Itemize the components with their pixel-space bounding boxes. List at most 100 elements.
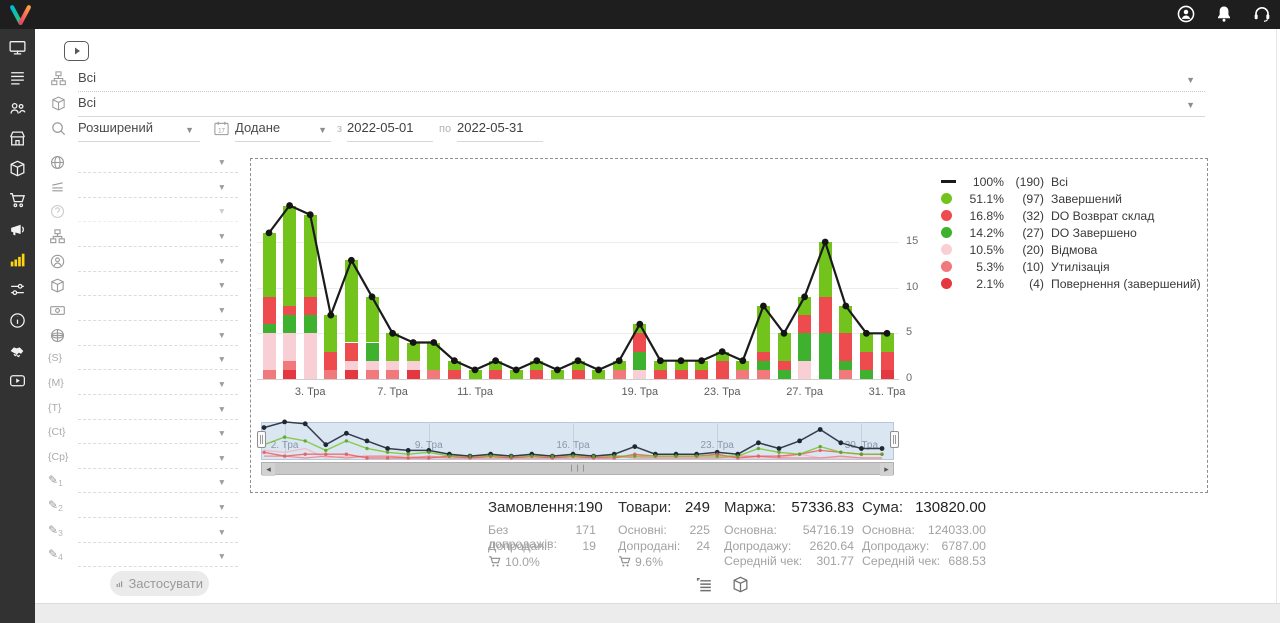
bar-segment-vozvrat[interactable] [675, 370, 688, 379]
sidebar-item-info[interactable] [8, 311, 27, 330]
legend-item[interactable]: 100%(190)Всі [941, 173, 1203, 190]
bar-segment-do_zaversheno[interactable] [263, 324, 276, 333]
support-headset-icon[interactable] [1252, 4, 1272, 24]
bar-segment-utylizatsiya[interactable] [839, 370, 852, 379]
bar-segment-do_zaversheno[interactable] [860, 370, 873, 379]
bar-segment-vozvrat[interactable] [263, 297, 276, 324]
bar-segment-vidmova[interactable] [633, 370, 646, 379]
bar-segment-zavershenyi[interactable] [530, 361, 543, 370]
bar-segment-zavershenyi[interactable] [778, 333, 791, 360]
bar-segment-zavershenyi[interactable] [407, 343, 420, 361]
user-icon[interactable] [1176, 4, 1196, 24]
bar-segment-vozvrat[interactable] [324, 352, 337, 370]
filter-row-select[interactable]: ▼ [78, 496, 238, 518]
bar-segment-zavershenyi[interactable] [489, 361, 502, 370]
bar-segment-zavershenyi[interactable] [510, 370, 523, 379]
bar-segment-vozvrat[interactable] [654, 370, 667, 379]
bar-segment-zavershenyi[interactable] [819, 242, 832, 297]
bar-segment-zavershenyi[interactable] [654, 361, 667, 370]
bar-segment-vozvrat[interactable] [304, 297, 317, 315]
bar-segment-utylizatsiya[interactable] [324, 370, 337, 379]
bar-segment-utylizatsiya[interactable] [757, 370, 770, 379]
bar-segment-vozvrat[interactable] [819, 297, 832, 334]
bar-segment-vozvrat[interactable] [572, 370, 585, 379]
product-filter-select[interactable]: Всі ▼ [78, 94, 1205, 117]
bar-segment-zavershenyi[interactable] [469, 370, 482, 379]
sidebar-item-cart[interactable] [8, 190, 27, 209]
bar-segment-utylizatsiya[interactable] [427, 370, 440, 379]
bar-segment-zavershenyi[interactable] [427, 343, 440, 370]
chart-scrollbar[interactable]: ◂▸❘❘❘ [261, 462, 894, 475]
bar-segment-zavershenyi[interactable] [675, 361, 688, 370]
bar-segment-do_zaversheno[interactable] [283, 315, 296, 333]
bar-segment-vozvrat[interactable] [345, 343, 358, 361]
bar-segment-vidmova[interactable] [366, 361, 379, 370]
bar-segment-zavershenyi[interactable] [324, 315, 337, 352]
bar-segment-vidmova[interactable] [407, 361, 420, 370]
bar-segment-vozvrat[interactable] [489, 370, 502, 379]
bar-segment-zavershenyi[interactable] [757, 306, 770, 352]
date-to-input[interactable]: 2022-05-31 [457, 119, 543, 142]
legend-item[interactable]: 2.1%(4)Повернення (завершений) [941, 275, 1203, 292]
bar-segment-vozvrat[interactable] [881, 352, 894, 370]
bar-segment-zavershenyi[interactable] [860, 333, 873, 351]
bar-segment-vidmova[interactable] [798, 361, 811, 379]
bar-segment-do_zaversheno[interactable] [778, 370, 791, 379]
bar-segment-vidmova[interactable] [304, 333, 317, 379]
sidebar-item-sliders[interactable] [8, 280, 27, 299]
bar-segment-zavershenyi[interactable] [572, 361, 585, 370]
bar-segment-zavershenyi[interactable] [386, 333, 399, 360]
bar-segment-zavershenyi[interactable] [366, 297, 379, 343]
bar-segment-vozvrat[interactable] [798, 315, 811, 333]
bar-segment-do_zaversheno[interactable] [798, 333, 811, 360]
bar-segment-zavershenyi[interactable] [798, 297, 811, 315]
legend-item[interactable]: 14.2%(27)DO Завершено [941, 224, 1203, 241]
sidebar-item-monitor[interactable] [8, 38, 27, 57]
bar-segment-utylizatsiya[interactable] [386, 370, 399, 379]
filter-row-select[interactable]: ▼ [78, 447, 238, 469]
bar-segment-vozvrat[interactable] [778, 361, 791, 370]
bar-segment-zavershenyi[interactable] [839, 306, 852, 333]
filter-row-select[interactable]: ▼ [78, 200, 238, 222]
bar-segment-povernennya[interactable] [881, 370, 894, 379]
bar-segment-utylizatsiya[interactable] [283, 361, 296, 370]
sidebar-item-list[interactable] [8, 68, 27, 87]
filter-row-select[interactable]: ▼ [78, 225, 238, 247]
search-mode-select[interactable]: Розширений ▼ [78, 119, 200, 142]
bar-segment-zavershenyi[interactable] [613, 361, 626, 370]
sidebar-item-analytics[interactable] [8, 250, 27, 269]
products-box-view-icon[interactable] [731, 575, 750, 594]
legend-item[interactable]: 51.1%(97)Завершений [941, 190, 1203, 207]
bar-segment-vozvrat[interactable] [283, 306, 296, 315]
bar-segment-zavershenyi[interactable] [633, 324, 646, 333]
legend-item[interactable]: 16.8%(32)DO Возврат склад [941, 207, 1203, 224]
bar-segment-vozvrat[interactable] [716, 361, 729, 379]
bar-segment-povernennya[interactable] [407, 370, 420, 379]
filter-row-select[interactable]: ▼ [78, 398, 238, 420]
bar-segment-utylizatsiya[interactable] [736, 370, 749, 379]
bar-segment-utylizatsiya[interactable] [613, 370, 626, 379]
bar-segment-zavershenyi[interactable] [881, 333, 894, 351]
bar-segment-zavershenyi[interactable] [283, 206, 296, 306]
shop-filter-select[interactable]: Всі ▼ [78, 69, 1205, 92]
brush-handle-left[interactable] [257, 431, 266, 448]
legend-item[interactable]: 5.3%(10)Утилізація [941, 258, 1203, 275]
sidebar-item-people[interactable] [8, 99, 27, 118]
bar-segment-povernennya[interactable] [283, 370, 296, 379]
bar-segment-vozvrat[interactable] [860, 352, 873, 370]
bar-segment-vidmova[interactable] [386, 361, 399, 370]
bar-segment-utylizatsiya[interactable] [366, 370, 379, 379]
bar-segment-zavershenyi[interactable] [448, 361, 461, 370]
date-field-select[interactable]: Додане ▼ [235, 119, 331, 142]
apply-button[interactable]: Застосувати [110, 571, 209, 596]
bar-segment-zavershenyi[interactable] [736, 361, 749, 370]
legend-item[interactable]: 10.5%(20)Відмова [941, 241, 1203, 258]
sidebar-item-video[interactable] [8, 371, 27, 390]
filter-row-select[interactable]: ▼ [78, 373, 238, 395]
sidebar-item-box[interactable] [8, 159, 27, 178]
scrollbar-grip[interactable]: ❘❘❘ [262, 463, 893, 474]
bar-segment-vozvrat[interactable] [448, 370, 461, 379]
bar-segment-vozvrat[interactable] [695, 370, 708, 379]
filter-row-select[interactable]: ▼ [78, 299, 238, 321]
bar-segment-povernennya[interactable] [345, 370, 358, 379]
